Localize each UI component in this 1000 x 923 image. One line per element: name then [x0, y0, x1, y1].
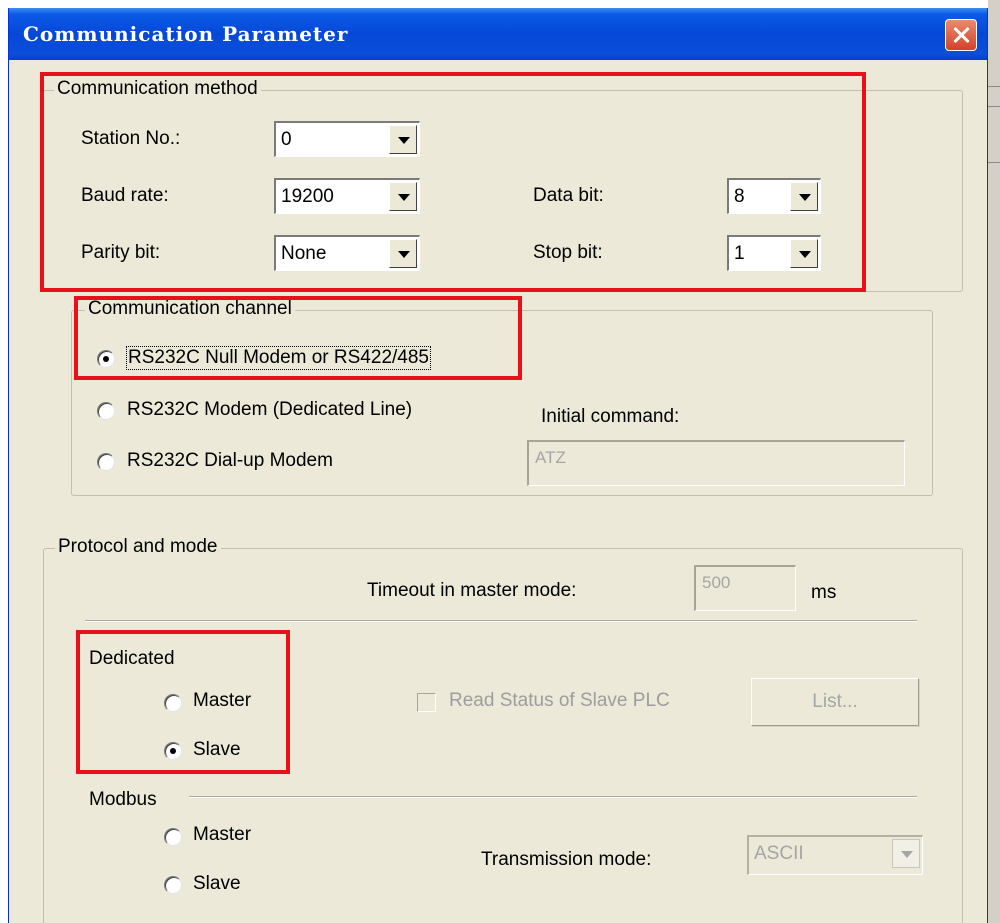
modbus-label: Modbus [89, 789, 157, 810]
timeout-input[interactable]: 500 [694, 565, 796, 611]
list-button-label: List... [812, 691, 858, 712]
modbus-slave-label[interactable]: Slave [193, 873, 241, 895]
annotation-highlight-communication-method [40, 72, 866, 292]
annotation-highlight-dedicated [76, 630, 290, 774]
initial-command-value: ATZ [535, 448, 566, 467]
timeout-value: 500 [702, 573, 731, 592]
transmission-mode-value: ASCII [754, 843, 804, 864]
list-button[interactable]: List... [751, 678, 919, 726]
transmission-mode-label: Transmission mode: [481, 849, 652, 870]
close-icon[interactable] [945, 19, 977, 51]
modbus-master-label[interactable]: Master [193, 824, 251, 846]
channel-radio-dial-up[interactable] [97, 453, 115, 471]
modbus-separator [189, 796, 917, 798]
channel-radio-dedicated-line[interactable] [97, 402, 115, 420]
separator [85, 620, 917, 622]
background-window-edge [988, 0, 1000, 923]
timeout-unit: ms [811, 582, 837, 603]
initial-command-input[interactable]: ATZ [527, 440, 905, 486]
dialog-title: Communication Parameter [23, 22, 349, 46]
read-status-label[interactable]: Read Status of Slave PLC [449, 690, 670, 712]
title-bar[interactable]: Communication Parameter [9, 8, 987, 60]
timeout-label: Timeout in master mode: [367, 580, 577, 601]
read-status-checkbox[interactable] [417, 693, 436, 712]
transmission-mode-select[interactable]: ASCII [747, 835, 923, 875]
modbus-slave-radio[interactable] [164, 876, 182, 894]
protocol-and-mode-title: Protocol and mode [55, 536, 221, 558]
channel-label-dedicated-line[interactable]: RS232C Modem (Dedicated Line) [127, 399, 412, 421]
channel-label-dial-up[interactable]: RS232C Dial-up Modem [127, 450, 333, 472]
initial-command-label: Initial command: [541, 406, 680, 427]
annotation-highlight-channel [74, 296, 522, 380]
chevron-down-icon[interactable] [892, 839, 920, 868]
modbus-master-radio[interactable] [164, 828, 182, 846]
